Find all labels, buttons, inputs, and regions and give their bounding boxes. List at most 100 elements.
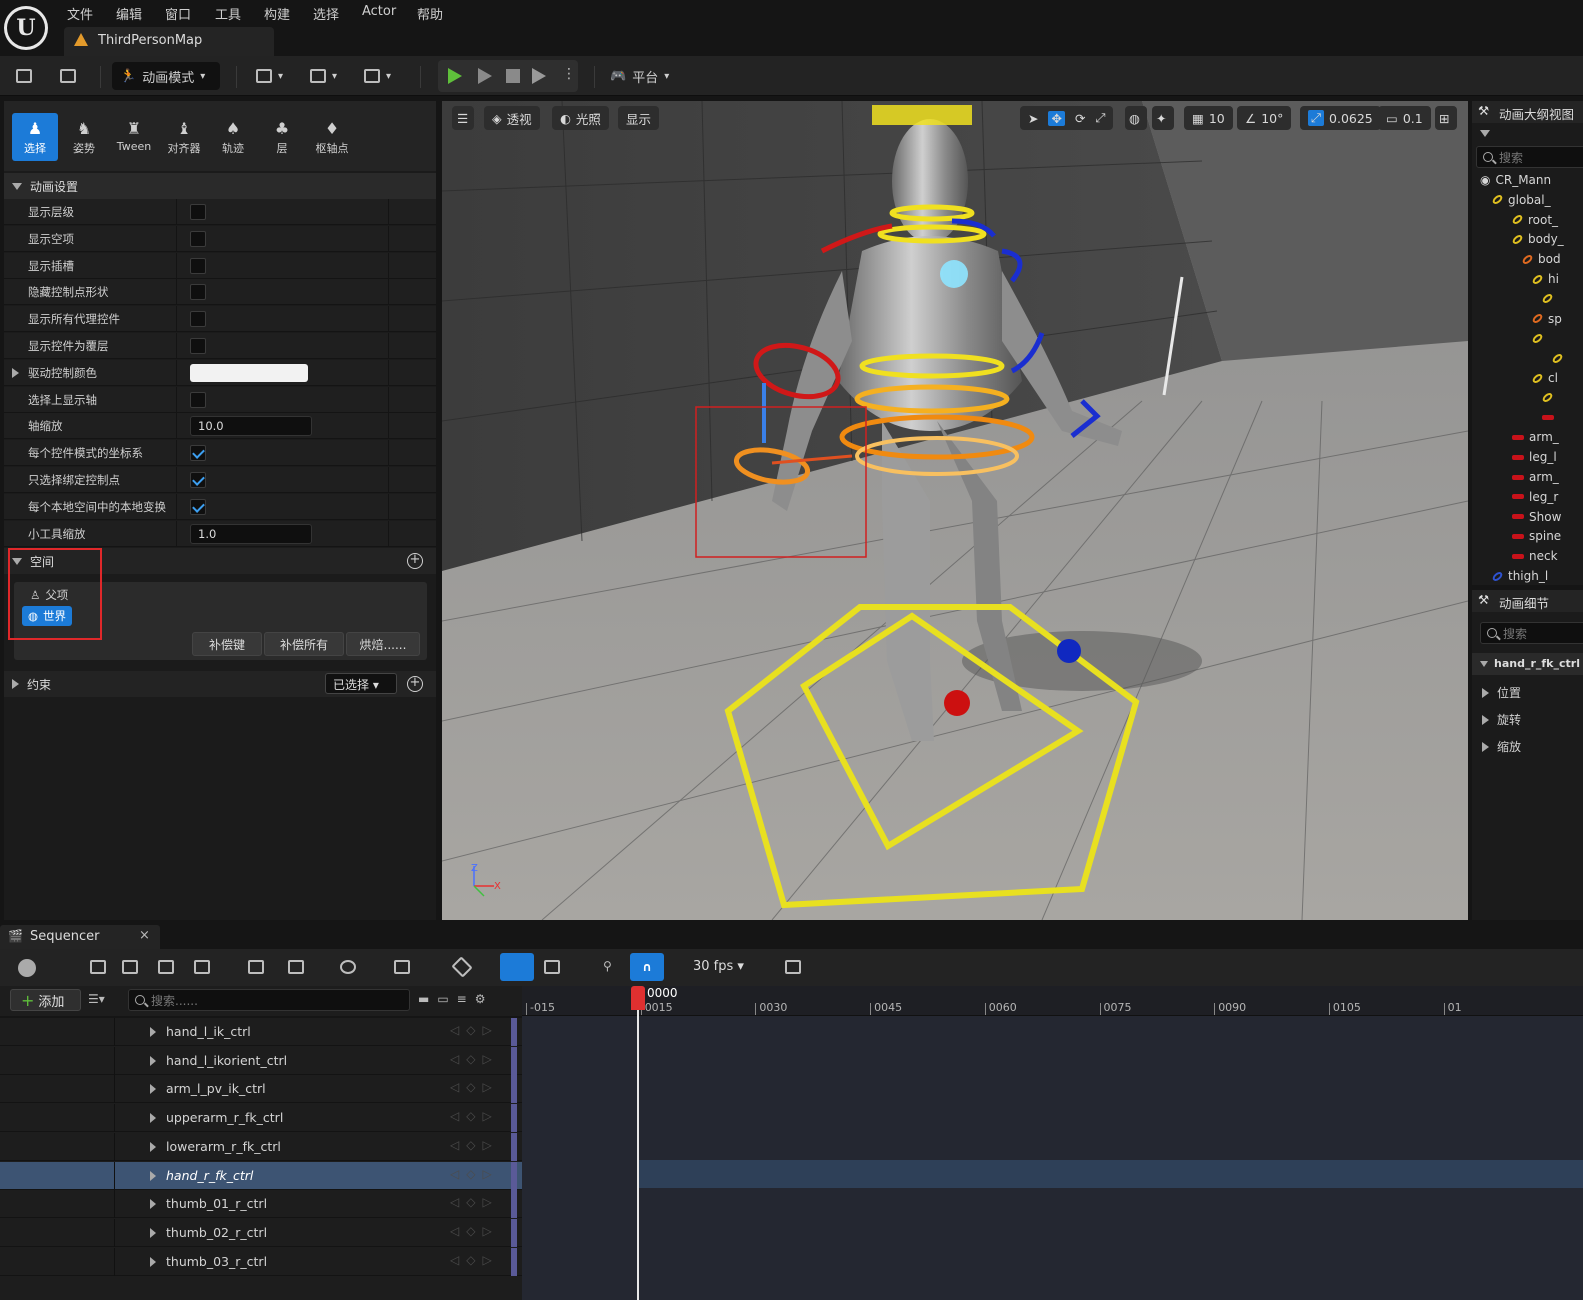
outliner-item[interactable]: arm_ [1512,467,1559,487]
outliner-item[interactable]: cl [1531,368,1558,388]
expand-icon[interactable] [150,1141,156,1152]
key-nav-icons[interactable]: ◁◇▷ [450,1253,499,1267]
scale-snap-button[interactable]: ⤢ 0.0625 [1300,106,1381,130]
bake-button[interactable]: 烘焙...... [346,632,420,656]
fps-dropdown[interactable]: 30 fps ▾ [693,959,744,974]
mode-layer[interactable]: ♣ 层 [259,113,305,161]
setting-checkbox[interactable] [190,445,206,462]
key-nav-icons[interactable]: ◁◇▷ [450,1052,499,1066]
pen-icon[interactable] [544,960,560,974]
key-nav-icons[interactable]: ◁◇▷ [450,1195,499,1209]
track-row[interactable]: hand_l_ikorient_ctrl ◁◇▷ [0,1046,522,1075]
save-as-icon[interactable] [122,960,138,974]
move-icon[interactable]: ✥ [1048,110,1065,126]
unreal-logo[interactable]: U [4,6,48,50]
perspective-button[interactable]: ◈ 透视 [484,106,540,130]
mode-dropdown[interactable]: 🏃 动画模式 ▾ [112,62,220,90]
outliner-item[interactable]: ◉ CR_Mann [1480,170,1551,190]
details-rotation[interactable]: 旋转 [1482,711,1521,728]
track-row[interactable]: thumb_01_r_ctrl ◁◇▷ [0,1190,522,1219]
outliner-item[interactable] [1531,328,1548,348]
key-nav-icons[interactable]: ◁◇▷ [450,1109,499,1123]
setting-number-field[interactable]: 1.0 [190,523,312,544]
outliner-item[interactable]: sp [1531,309,1562,329]
track-search[interactable]: 搜索...... [128,989,410,1011]
menu-window[interactable]: 窗口 [165,4,191,23]
track-row[interactable]: hand_r_fk_ctrl ◁◇▷ [0,1161,522,1190]
mode-tween[interactable]: ♜ Tween [111,113,157,161]
setting-checkbox[interactable] [190,472,206,488]
expand-icon[interactable] [150,1084,156,1095]
sequencer-tab[interactable]: 🎬 Sequencer × [0,925,160,949]
outliner-item[interactable]: arm_ [1512,427,1559,447]
world-icon[interactable] [18,959,36,977]
time-ruler[interactable]: -015 0015 0030 0045 0060 0075 0090 0105 01 [522,986,1583,1016]
anim-settings-header[interactable]: 动画设置 [4,173,436,199]
setting-checkbox[interactable] [190,230,206,247]
outliner-item[interactable]: root_ [1511,210,1558,230]
close-icon[interactable]: × [139,928,150,943]
key-nav-icons[interactable]: ◁◇▷ [450,1167,499,1181]
outliner-item[interactable]: hi [1531,269,1559,289]
menu-file[interactable]: 文件 [67,4,93,23]
track-row[interactable]: thumb_02_r_ctrl ◁◇▷ [0,1218,522,1247]
outliner-item[interactable]: thigh_l [1491,566,1548,586]
more-icon[interactable]: ⋮ [562,66,576,82]
setting-checkbox[interactable] [190,257,206,274]
curve-editor-icon[interactable] [785,960,801,974]
mode-select[interactable]: ♟ 选择 [12,113,58,161]
outliner-search[interactable]: 搜索 [1476,146,1583,168]
outliner-item[interactable]: leg_l [1512,447,1557,467]
snap-magnet-icon[interactable]: ∩ [630,953,664,981]
setting-checkbox[interactable] [190,284,206,301]
mode-pivot[interactable]: ♦ 枢轴点 [309,113,355,161]
outliner-item[interactable] [1551,348,1568,368]
menu-edit[interactable]: 编辑 [116,4,142,23]
menu-tools[interactable]: 工具 [215,4,241,23]
key-nav-icons[interactable]: ◁◇▷ [450,1023,499,1037]
blueprint-button[interactable]: ▾ [310,64,337,88]
menu-build[interactable]: 构建 [264,4,290,23]
outliner-item[interactable]: spine [1512,526,1561,546]
outliner-item[interactable] [1541,388,1558,408]
expand-icon[interactable] [150,1055,156,1066]
outliner-item[interactable]: leg_r [1512,487,1558,507]
filter-icon[interactable]: ☰▾ [88,992,105,1006]
setting-number-field[interactable]: 10.0 [190,416,312,437]
expand-icon[interactable] [150,1227,156,1238]
add-constraint-icon[interactable]: + [407,676,423,692]
cinematics-button[interactable]: ▾ [364,64,391,88]
setting-checkbox[interactable] [190,338,206,354]
track-row[interactable]: hand_l_ik_ctrl ◁◇▷ [0,1018,522,1046]
stop-icon[interactable] [506,69,520,83]
expand-icon[interactable] [12,367,19,378]
outliner-item[interactable]: bod [1521,249,1561,269]
compensate-all-button[interactable]: 补偿所有 [264,632,344,656]
surface-snap-button[interactable]: ✦ [1152,106,1174,130]
level-tab[interactable]: ThirdPersonMap [64,27,274,56]
marker-icon[interactable]: ⚲ [603,959,612,973]
grid-snap-button[interactable]: ▦ 10 [1184,106,1233,130]
add-actor-button[interactable]: ▾ [256,64,283,88]
add-track-button[interactable]: + 添加 [10,989,81,1011]
expand-icon[interactable] [150,1256,156,1267]
menu-help[interactable]: 帮助 [417,4,443,23]
mode-trail[interactable]: ♠ 轨迹 [210,113,256,161]
actions-icon[interactable] [248,960,264,974]
world-space-button[interactable]: ◍ [1125,106,1147,130]
playback-icon[interactable] [394,960,410,974]
outliner-item[interactable] [1542,408,1559,428]
filter-dropdown-icon[interactable] [1480,130,1490,137]
outliner-item[interactable]: neck [1512,546,1558,566]
browse-button[interactable] [60,64,76,88]
save-icon[interactable] [90,960,106,974]
save-button[interactable] [16,64,32,88]
constraint-header[interactable]: 约束 已选择 ▾ + [4,671,436,697]
constraint-dropdown[interactable]: 已选择 ▾ [325,673,397,694]
rotation-snap-button[interactable]: ∠ 10° [1237,106,1292,130]
show-button[interactable]: 显示 [618,106,660,130]
playhead-handle[interactable] [631,986,645,1010]
expand-icon[interactable] [150,1113,156,1124]
timeline-area[interactable]: -015 0015 0030 0045 0060 0075 0090 0105 01 0000 [522,986,1583,1300]
eye-icon[interactable] [340,960,356,974]
